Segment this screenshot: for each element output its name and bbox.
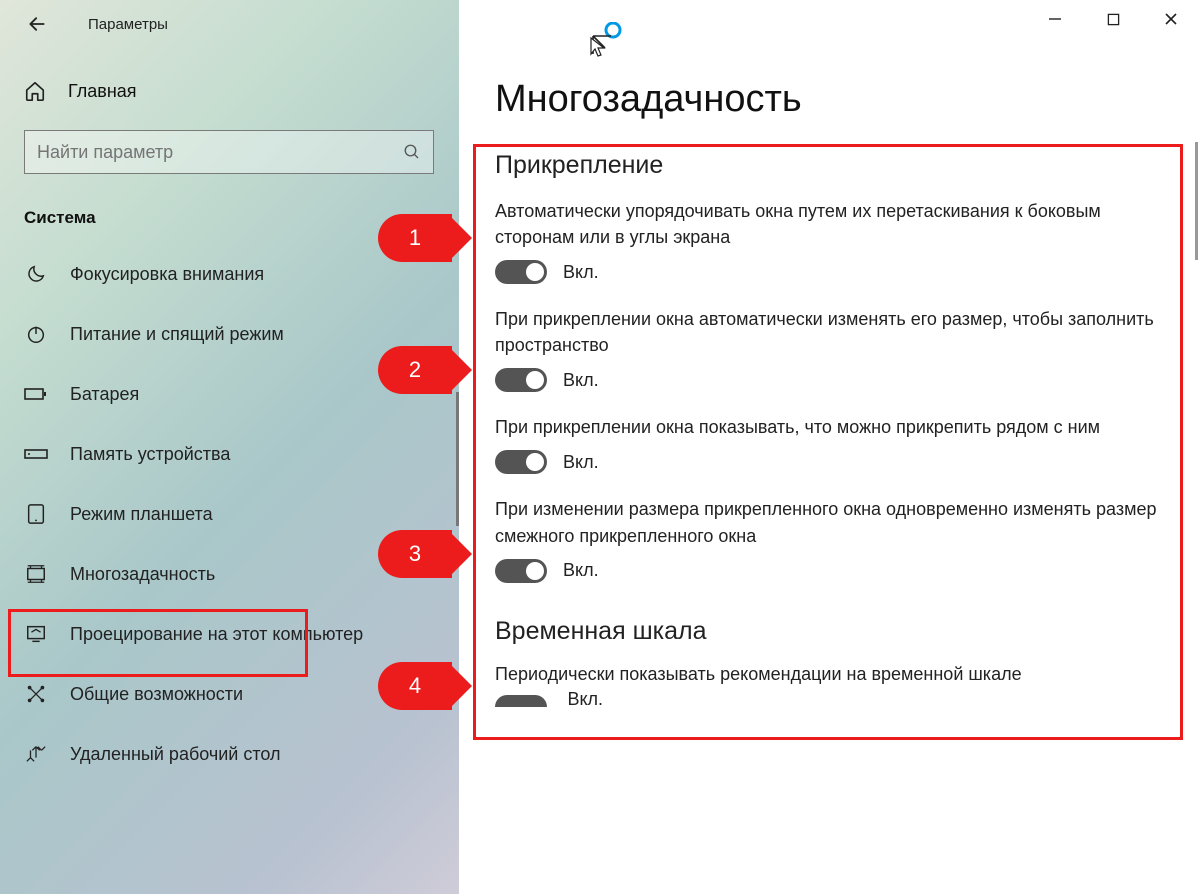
shared-icon [24,682,48,706]
back-button[interactable] [22,9,52,39]
sidebar-item-label: Память устройства [70,444,230,465]
projecting-icon [24,622,48,646]
sidebar-item-label: Удаленный рабочий стол [70,744,281,765]
home-label: Главная [68,81,137,102]
toggle-state-label: Вкл. [563,560,599,581]
storage-icon [24,442,48,466]
setting-snap-arrange: Автоматически упорядочивать окна путем и… [495,198,1170,284]
toggle-snap-adjacent-resize[interactable] [495,559,547,583]
main-scrollbar[interactable] [1195,142,1198,260]
cursor-with-spinner-icon [587,22,623,58]
multitasking-icon [24,562,48,586]
sidebar-item-label: Питание и спящий режим [70,324,284,345]
toggle-state-label: Вкл. [567,689,603,710]
sidebar-item-tablet-mode[interactable]: Режим планшета [0,484,459,544]
battery-icon [24,382,48,406]
toggle-snap-show-next[interactable] [495,450,547,474]
minimize-button[interactable] [1026,0,1084,38]
titlebar: Параметры [0,14,459,54]
search-icon [403,143,421,161]
power-icon [24,322,48,346]
close-button[interactable] [1142,0,1200,38]
setting-description: При изменении размера прикрепленного окн… [495,496,1170,548]
main-content: Многозадачность Прикрепление Автоматичес… [459,0,1200,894]
section-heading-snap: Прикрепление [495,151,1170,180]
home-icon [24,80,46,102]
sidebar-item-battery[interactable]: Батарея [0,364,459,424]
sidebar-item-label: Батарея [70,384,139,405]
sidebar-item-storage[interactable]: Память устройства [0,424,459,484]
sidebar-item-focus-assist[interactable]: Фокусировка внимания [0,244,459,304]
sidebar-item-label: Фокусировка внимания [70,264,264,285]
toggle-snap-arrange[interactable] [495,260,547,284]
section-heading-timeline: Временная шкала [495,617,1170,646]
sidebar-item-label: Общие возможности [70,684,243,705]
app-title: Параметры [88,16,168,33]
sidebar-item-power-sleep[interactable]: Питание и спящий режим [0,304,459,364]
maximize-icon [1107,13,1120,26]
page-title: Многозадачность [495,78,1170,121]
toggle-state-label: Вкл. [563,370,599,391]
setting-snap-adjacent-resize: При изменении размера прикрепленного окн… [495,496,1170,582]
window-controls [1026,0,1200,38]
minimize-icon [1048,12,1062,26]
sidebar-item-home[interactable]: Главная [0,70,459,112]
setting-description: При прикреплении окна показывать, что мо… [495,414,1170,440]
setting-description: При прикреплении окна автоматически изме… [495,306,1170,358]
moon-icon [24,262,48,286]
search-box[interactable] [24,130,434,174]
setting-snap-show-next: При прикреплении окна показывать, что мо… [495,414,1170,474]
maximize-button[interactable] [1084,0,1142,38]
remote-desktop-icon [24,742,48,766]
setting-description: Автоматически упорядочивать окна путем и… [495,198,1170,250]
toggle-state-label: Вкл. [563,452,599,473]
search-input[interactable] [37,142,403,163]
sidebar-item-remote-desktop[interactable]: Удаленный рабочий стол [0,724,459,784]
toggle-timeline-suggestions[interactable] [495,695,547,707]
sidebar-item-label: Многозадачность [70,564,215,585]
section-title-system: Система [0,200,459,236]
section-timeline: Временная шкала Периодически показывать … [495,617,1170,712]
toggle-state-label: Вкл. [563,262,599,283]
sidebar-item-shared-experiences[interactable]: Общие возможности [0,664,459,724]
sidebar-item-label: Проецирование на этот компьютер [70,624,363,645]
arrow-left-icon [27,14,47,34]
setting-snap-resize: При прикреплении окна автоматически изме… [495,306,1170,392]
sidebar-item-projecting[interactable]: Проецирование на этот компьютер [0,604,459,664]
sidebar: Параметры Главная Система Фокусировка вн… [0,0,459,894]
tablet-icon [24,502,48,526]
close-icon [1164,12,1178,26]
sidebar-item-label: Режим планшета [70,504,213,525]
toggle-snap-resize[interactable] [495,368,547,392]
sidebar-item-multitasking[interactable]: Многозадачность [0,544,459,604]
setting-description: Периодически показывать рекомендации на … [495,664,1170,685]
